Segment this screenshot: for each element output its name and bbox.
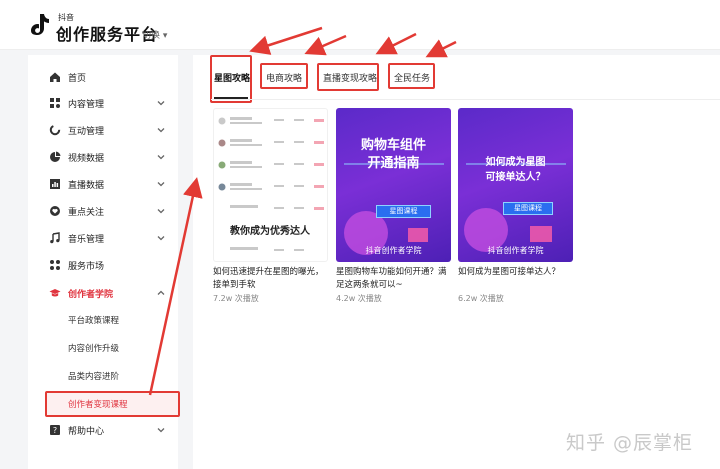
chevron-down-icon (157, 236, 165, 241)
main-content: 星图攻略 电商攻略 直播变现攻略 全民任务 教你成为优秀达人 如何迅速提升在星图… (193, 55, 720, 469)
switch-label: 切换 (142, 31, 161, 41)
sidebar-item-label: 内容管理 (68, 99, 105, 110)
watermark: 知乎 @辰掌柜 (566, 432, 694, 454)
sidebar-item-help[interactable]: ? 帮助中心 (28, 417, 178, 443)
switch-dropdown[interactable]: 切换 ▾ (142, 28, 167, 41)
bar-chart-icon (50, 179, 60, 189)
video-title[interactable]: 星图购物车功能如何开通？满足这两条就可以~ (336, 266, 454, 292)
video-views: 7.2w 次播放 (213, 294, 259, 303)
sidebar-subitem-label: 创作者变现课程 (68, 400, 128, 410)
sidebar: 首页 内容管理 互动管理 视频数据 直播数据 重点关注 音乐管理 服务市场 创作… (28, 55, 180, 469)
sidebar-item-label: 互动管理 (68, 126, 105, 137)
thumbnail-footer: 抖音创作者学院 (487, 246, 544, 255)
chevron-down-icon (157, 101, 165, 106)
tabs-divider (211, 99, 720, 100)
video-views: 4.2w 次播放 (336, 294, 382, 303)
graduation-cap-icon (49, 289, 61, 297)
chevron-down-icon (157, 182, 165, 187)
thumbnail-decoration (464, 163, 566, 252)
tab-highlight-box (260, 63, 308, 89)
help-icon: ? (50, 425, 60, 435)
chevron-down-icon (157, 155, 165, 160)
sidebar-item-label: 重点关注 (68, 207, 105, 218)
course-badge: 星图课程 (503, 202, 553, 215)
chevron-up-icon (157, 290, 165, 295)
sidebar-item-live-data[interactable]: 直播数据 (28, 171, 178, 197)
sidebar-subitem-policy[interactable]: 平台政策课程 (28, 307, 178, 333)
sidebar-item-label: 创作者学院 (68, 289, 114, 300)
apps-icon (50, 260, 60, 270)
thumbnail-headline: 购物车组件 (360, 138, 426, 153)
video-thumbnail[interactable]: 教你成为优秀达人 (213, 108, 328, 262)
chevron-down-icon (157, 428, 165, 433)
sidebar-subitem-label: 内容创作升级 (68, 344, 120, 354)
sidebar-item-service-market[interactable]: 服务市场 (28, 252, 178, 278)
sidebar-item-video-data[interactable]: 视频数据 (28, 144, 178, 170)
thumbnail-headline: 开通指南 (367, 156, 420, 171)
thumbnail-decoration (344, 163, 444, 255)
sidebar-subitem-monetization[interactable]: 创作者变现课程 (45, 391, 180, 417)
sidebar-item-interaction[interactable]: 互动管理 (28, 117, 178, 143)
home-icon (50, 72, 60, 82)
chevron-down-icon (157, 209, 165, 214)
sidebar-item-focus[interactable]: 重点关注 (28, 198, 178, 224)
sidebar-item-home[interactable]: 首页 (28, 64, 178, 90)
grid-icon (50, 98, 60, 108)
svg-text:?: ? (53, 426, 57, 435)
douyin-logo-icon[interactable] (28, 12, 50, 36)
thumbnail-overlay-text: 教你成为优秀达人 (230, 226, 310, 237)
sidebar-item-label: 直播数据 (68, 180, 105, 191)
sidebar-item-label: 音乐管理 (68, 234, 105, 245)
sidebar-subitem-label: 平台政策课程 (68, 316, 120, 326)
thumbnail-headline: 可接单达人？ (485, 172, 546, 183)
sidebar-item-label: 帮助中心 (68, 426, 105, 437)
sidebar-subitem-category[interactable]: 品类内容进阶 (28, 363, 178, 389)
course-badge: 星图课程 (376, 205, 431, 218)
top-header: 抖音 创作服务平台 切换 ▾ (0, 0, 720, 50)
sidebar-item-music[interactable]: 音乐管理 (28, 225, 178, 251)
heart-icon (50, 206, 60, 216)
sidebar-item-label: 视频数据 (68, 153, 105, 164)
tab-highlight-box (317, 63, 379, 91)
thumbnail-footer: 抖音创作者学院 (365, 246, 422, 255)
video-title[interactable]: 如何成为星图可接单达人？ (458, 266, 576, 279)
pie-chart-icon (50, 151, 61, 162)
sidebar-item-creator-academy[interactable]: 创作者学院 (28, 280, 178, 306)
video-title[interactable]: 如何迅速提升在星图的曝光，接单到手软 (213, 266, 331, 292)
tab-highlight-box (210, 55, 252, 103)
chevron-down-icon (157, 128, 165, 133)
video-views: 6.2w 次播放 (458, 294, 504, 303)
sidebar-subitem-content-upgrade[interactable]: 内容创作升级 (28, 335, 178, 361)
tab-highlight-box (388, 63, 435, 89)
video-thumbnail[interactable]: 购物车组件 开通指南 星图课程 抖音创作者学院 (336, 108, 451, 262)
sidebar-item-label: 服务市场 (68, 261, 105, 272)
sidebar-item-label: 首页 (68, 73, 87, 84)
thumbnail-headline: 如何成为星图 (485, 157, 546, 168)
sidebar-subitem-label: 品类内容进阶 (68, 372, 120, 382)
sidebar-item-content[interactable]: 内容管理 (28, 90, 178, 116)
video-thumbnail[interactable]: 如何成为星图 可接单达人？ 星图课程 抖音创作者学院 (458, 108, 573, 262)
ranking-list-thumbnail (218, 117, 324, 251)
interaction-icon (49, 124, 61, 136)
music-note-icon (50, 232, 60, 244)
